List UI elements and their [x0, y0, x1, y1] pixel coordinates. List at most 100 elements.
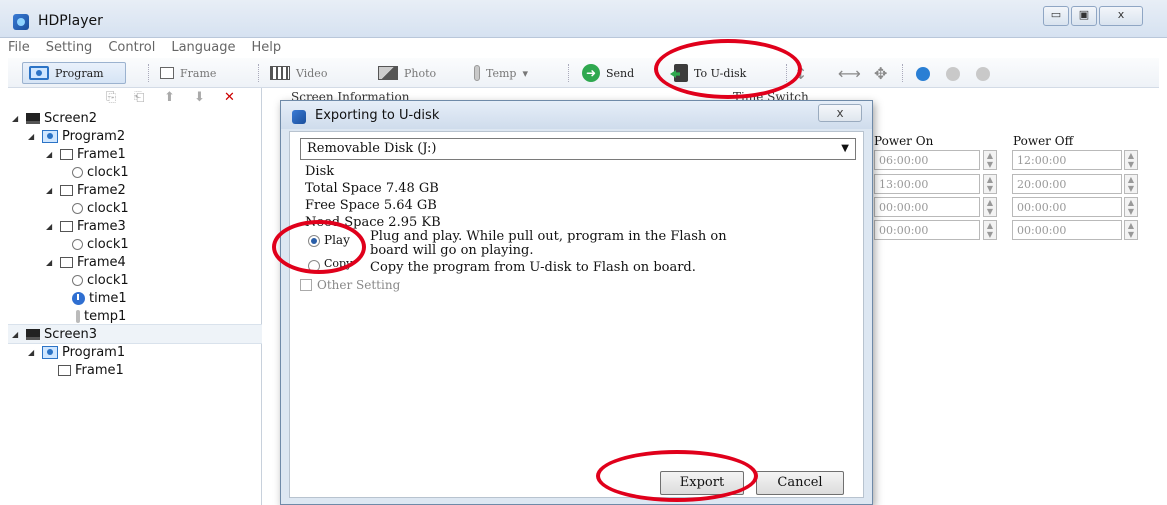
- tree-clock1[interactable]: clock1: [72, 199, 129, 217]
- maximize-button[interactable]: ▣: [1071, 6, 1097, 26]
- program-button[interactable]: Program: [22, 62, 126, 84]
- tree-label: Program1: [62, 344, 126, 360]
- time-spinner[interactable]: ▲ ▼: [983, 197, 997, 217]
- tree-clock1[interactable]: clock1: [72, 271, 129, 289]
- other-setting-checkbox[interactable]: [300, 279, 312, 291]
- time-spinner[interactable]: ▲ ▼: [1124, 174, 1138, 194]
- tree-label: time1: [89, 290, 127, 306]
- copy-radio-label[interactable]: Copy: [324, 257, 352, 270]
- copy-icon[interactable]: ⎘: [106, 90, 116, 105]
- tree-program1[interactable]: ◢ Program1: [28, 343, 125, 361]
- pause-icon[interactable]: [946, 67, 960, 81]
- export-button[interactable]: Export: [660, 471, 744, 495]
- horizontal-resize-icon[interactable]: ⟷: [838, 64, 861, 83]
- menu-control[interactable]: Control: [108, 38, 155, 58]
- tree-clock1[interactable]: clock1: [72, 163, 129, 181]
- expand-arrow-icon[interactable]: ◢: [46, 150, 56, 159]
- tree-frame2[interactable]: ◢ Frame2: [46, 181, 126, 199]
- dialog-close-button[interactable]: ⅹ: [818, 104, 862, 122]
- copy-radio[interactable]: [308, 260, 320, 272]
- power-off-time-field[interactable]: 12:00:00: [1012, 150, 1122, 170]
- menu-file[interactable]: File: [8, 38, 30, 58]
- tree-screen2[interactable]: ◢ Screen2: [12, 109, 97, 127]
- power-on-time-field[interactable]: 00:00:00: [874, 220, 980, 240]
- expand-arrow-icon[interactable]: ◢: [12, 330, 22, 339]
- vertical-resize-icon[interactable]: ↕: [794, 64, 807, 83]
- expand-arrow-icon[interactable]: ◢: [28, 132, 38, 141]
- power-off-time-field[interactable]: 20:00:00: [1012, 174, 1122, 194]
- move-up-icon[interactable]: ⬆: [164, 90, 175, 105]
- time-spinner[interactable]: ▲ ▼: [1124, 197, 1138, 217]
- temp-label: Temp: [486, 66, 517, 80]
- move-icon[interactable]: ✥: [874, 64, 887, 83]
- menu-help[interactable]: Help: [251, 38, 281, 58]
- expand-arrow-icon[interactable]: ◢: [12, 114, 22, 123]
- play-radio-label[interactable]: Play: [324, 233, 350, 247]
- play-icon[interactable]: [916, 67, 930, 81]
- time-spinner[interactable]: ▲ ▼: [1124, 220, 1138, 240]
- to-udisk-button[interactable]: To U-disk: [668, 62, 752, 84]
- export-udisk-dialog: Exporting to U-disk ⅹ Removable Disk (J:…: [280, 100, 873, 505]
- tree-label: clock1: [87, 236, 129, 252]
- tree-clock1[interactable]: clock1: [72, 235, 129, 253]
- frame-label: Frame: [180, 66, 217, 80]
- tree-temp1[interactable]: temp1: [76, 307, 126, 325]
- hdplayer-app-icon: [13, 14, 29, 30]
- frame-button[interactable]: Frame: [154, 62, 222, 84]
- menu-setting[interactable]: Setting: [46, 38, 93, 58]
- tree-frame1[interactable]: ◢ Frame1: [46, 145, 126, 163]
- tree-label: Screen2: [44, 110, 97, 126]
- close-button[interactable]: ⅹ: [1099, 6, 1143, 26]
- time-spinner[interactable]: ▲ ▼: [1124, 150, 1138, 170]
- frame-icon: [60, 148, 73, 160]
- photo-button[interactable]: Photo: [372, 62, 442, 84]
- menu-language[interactable]: Language: [171, 38, 235, 58]
- tree-time1[interactable]: time1: [72, 289, 127, 307]
- video-label: Video: [296, 66, 328, 80]
- expand-arrow-icon[interactable]: ◢: [46, 222, 56, 231]
- tree-program2[interactable]: ◢ Program2: [28, 127, 125, 145]
- screen-icon: [26, 328, 40, 340]
- dialog-title: Exporting to U-disk: [315, 108, 440, 123]
- tree-frame4[interactable]: ◢ Frame4: [46, 253, 126, 271]
- power-on-header: Power On: [874, 134, 934, 148]
- drive-select[interactable]: Removable Disk (J:) ▼: [300, 138, 856, 160]
- move-down-icon[interactable]: ⬇: [194, 90, 205, 105]
- expand-arrow-icon[interactable]: ◢: [28, 348, 38, 357]
- power-on-time-field[interactable]: 13:00:00: [874, 174, 980, 194]
- toolbar-separator: [902, 64, 903, 82]
- program-icon: [42, 345, 58, 359]
- delete-icon[interactable]: ✕: [224, 90, 235, 105]
- time-spinner[interactable]: ▲ ▼: [983, 150, 997, 170]
- power-on-time-field[interactable]: 00:00:00: [874, 197, 980, 217]
- temp-button[interactable]: Temp ▾: [468, 62, 534, 84]
- power-on-time-field[interactable]: 06:00:00: [874, 150, 980, 170]
- toolbar-separator: [148, 64, 149, 82]
- cancel-button[interactable]: Cancel: [756, 471, 844, 495]
- udisk-icon: [674, 64, 688, 82]
- time-spinner[interactable]: ▲ ▼: [983, 174, 997, 194]
- need-space-text: Need Space 2.95 KB: [305, 215, 441, 230]
- time-spinner[interactable]: ▲ ▼: [983, 220, 997, 240]
- tree-screen3[interactable]: ◢ Screen3: [12, 325, 97, 343]
- video-button[interactable]: Video: [264, 62, 333, 84]
- thermometer-icon: [474, 65, 480, 81]
- tree-frame3[interactable]: ◢ Frame3: [46, 217, 126, 235]
- other-setting-label[interactable]: Other Setting: [317, 278, 400, 292]
- expand-arrow-icon[interactable]: ◢: [46, 258, 56, 267]
- expand-arrow-icon[interactable]: ◢: [46, 186, 56, 195]
- power-off-time-field[interactable]: 00:00:00: [1012, 197, 1122, 217]
- tree-label: Frame1: [77, 146, 126, 162]
- minimize-button[interactable]: ▭: [1043, 6, 1069, 26]
- window-title: HDPlayer: [38, 13, 103, 29]
- dialog-body: Removable Disk (J:) ▼ Disk Total Space 7…: [289, 131, 864, 498]
- temp-dropdown-icon[interactable]: ▾: [522, 67, 528, 80]
- stop-icon[interactable]: [976, 67, 990, 81]
- program-label: Program: [55, 66, 104, 80]
- send-arrow-icon: ➜: [582, 64, 600, 82]
- paste-icon[interactable]: ⎗: [134, 90, 144, 105]
- play-radio[interactable]: [308, 235, 320, 247]
- send-button[interactable]: ➜ Send: [576, 62, 640, 84]
- tree-frame1[interactable]: Frame1: [58, 361, 124, 379]
- power-off-time-field[interactable]: 00:00:00: [1012, 220, 1122, 240]
